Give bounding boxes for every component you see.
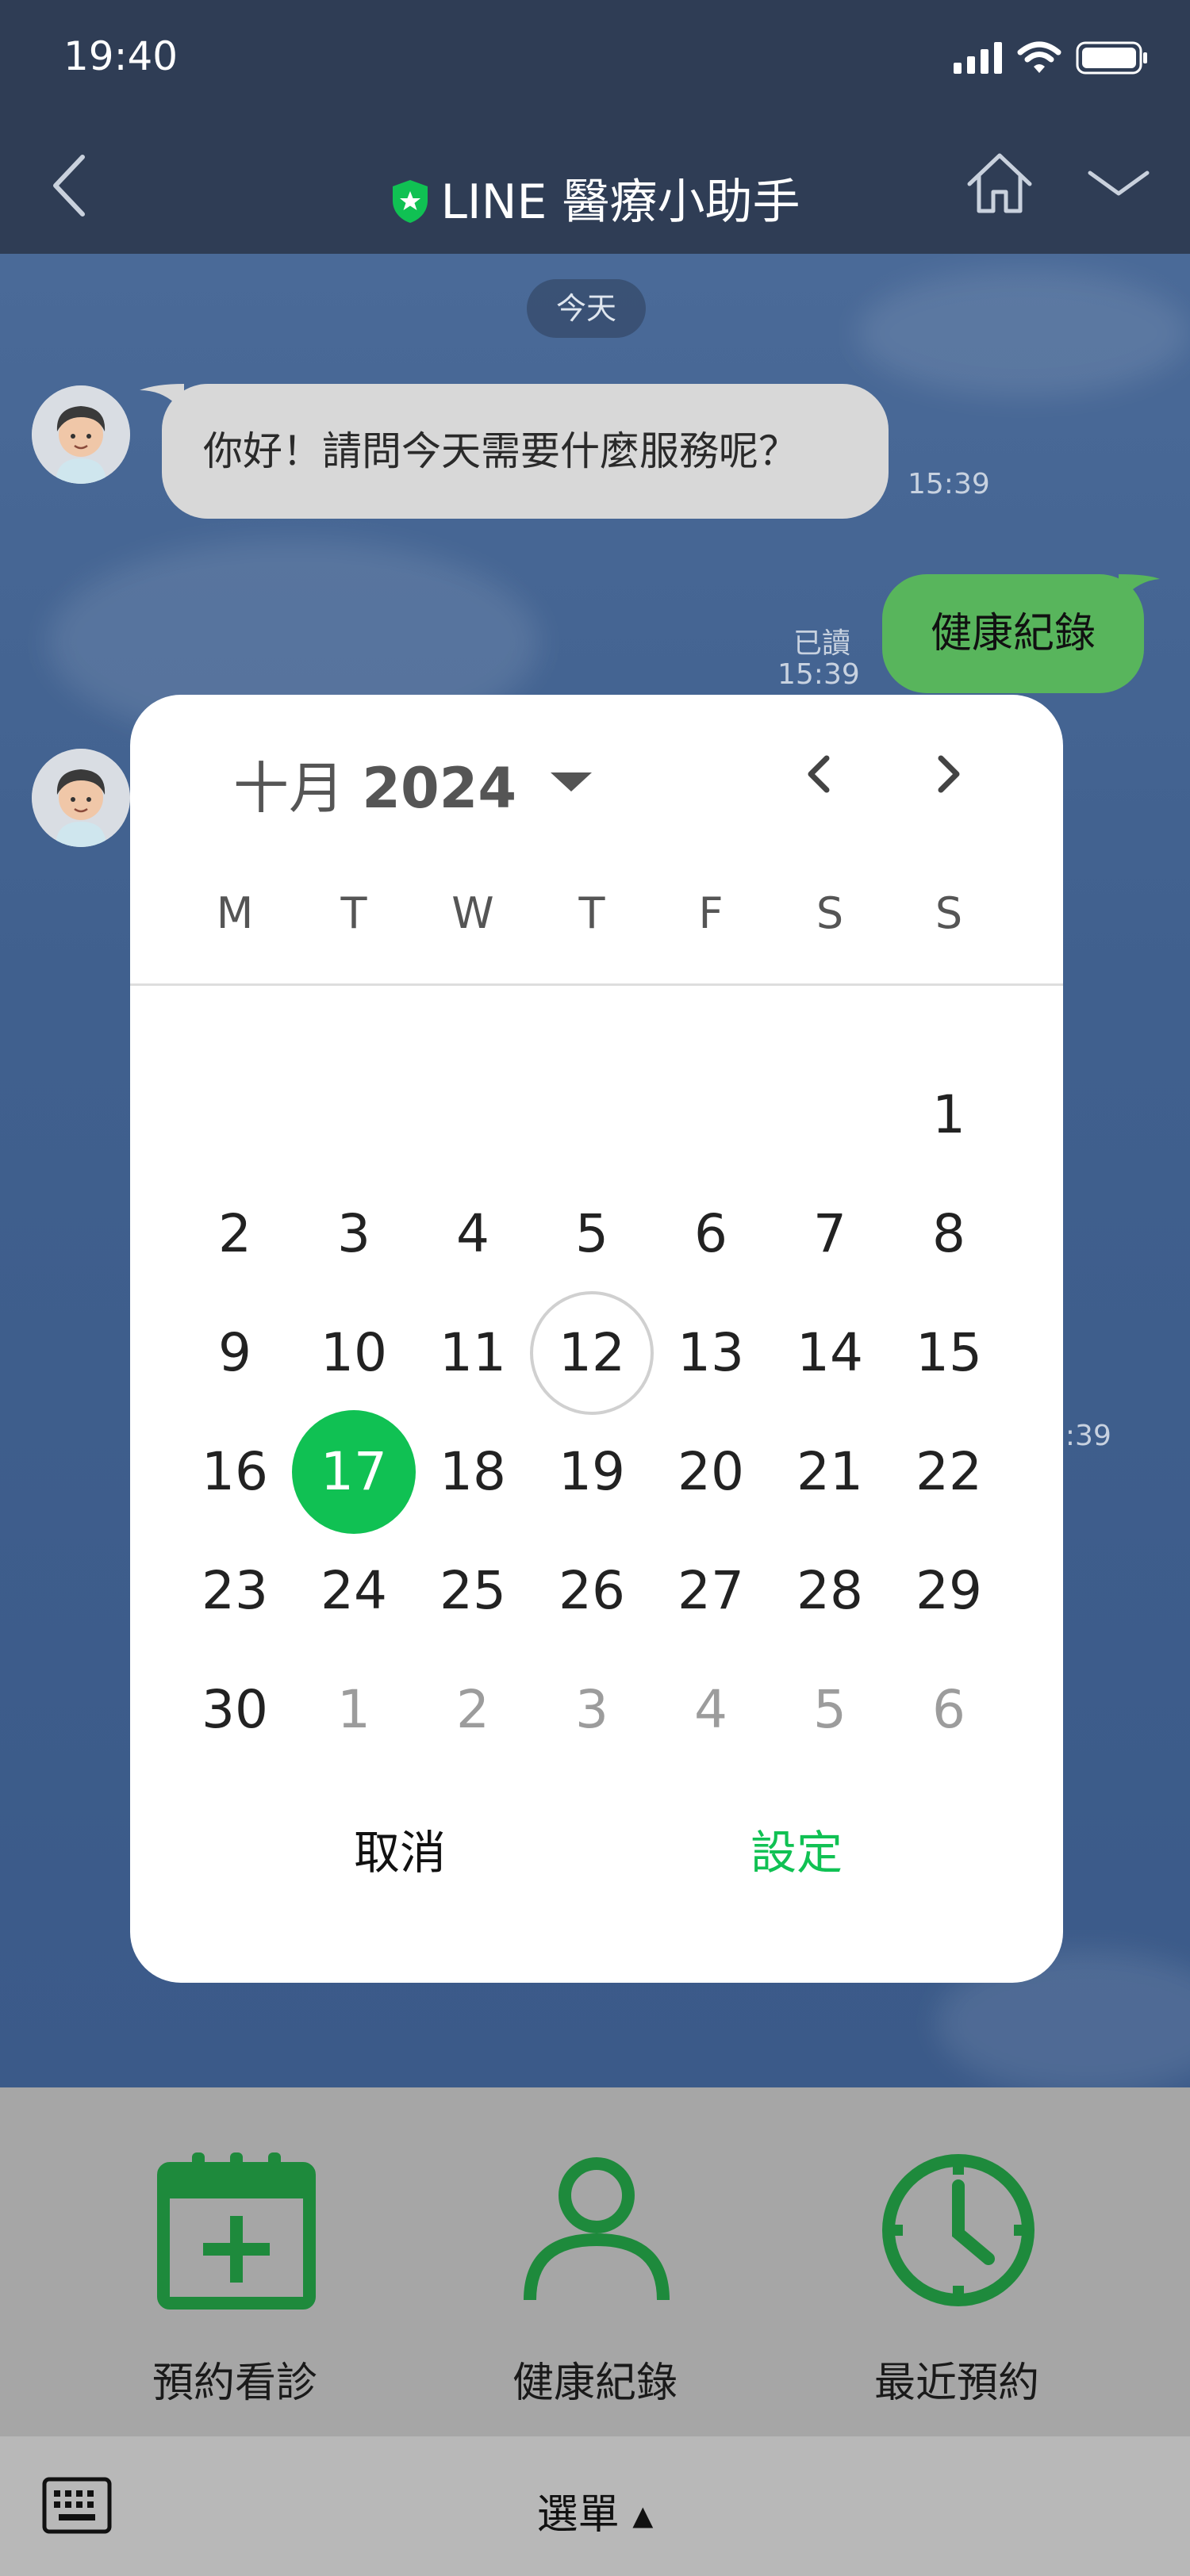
weekday-label: W <box>451 888 494 938</box>
menu-toggle-button[interactable]: 選單 ▴ <box>0 2481 1190 2540</box>
calendar-day[interactable]: 24 <box>292 1529 416 1653</box>
rich-menu-label: 最近預約 <box>873 2359 1039 2407</box>
weekday-label: T <box>340 888 367 938</box>
weekday-label: T <box>578 888 605 938</box>
clock-icon <box>882 2154 1035 2306</box>
date-separator: 今天 <box>527 279 646 338</box>
bot-avatar[interactable] <box>32 749 130 847</box>
calendar-day[interactable]: 3 <box>292 1172 416 1296</box>
chevron-right-icon <box>938 755 960 793</box>
set-button[interactable]: 設定 <box>717 1813 876 1892</box>
calendar-day[interactable]: 25 <box>411 1529 535 1653</box>
calendar-day[interactable]: 26 <box>530 1529 654 1653</box>
divider <box>130 983 1063 986</box>
calendar-day[interactable]: 1 <box>887 1053 1011 1177</box>
status-bar: 19:40 <box>0 0 1190 127</box>
cancel-button[interactable]: 取消 <box>321 1813 479 1892</box>
message-time: 15:39 <box>908 468 990 500</box>
calendar-day[interactable]: 20 <box>649 1410 773 1534</box>
year-label: 2024 <box>362 756 517 821</box>
line-chat-screen: 19:40 LINE 醫療小助手 今天 你好！請問今天需要什麼服務呢？ 15:3… <box>0 0 1190 2576</box>
rich-menu-label: 預約看診 <box>152 2359 317 2407</box>
rich-menu-item-recent-appointments[interactable]: 最近預約 <box>758 2087 1155 2436</box>
message-bubble-incoming[interactable]: 你好！請問今天需要什麼服務呢？ <box>162 384 889 519</box>
message-bubble-outgoing[interactable]: 健康紀錄 <box>882 574 1144 693</box>
calendar-day[interactable]: 4 <box>411 1172 535 1296</box>
verified-shield-icon <box>392 180 428 223</box>
calendar-day[interactable]: 2 <box>173 1172 297 1296</box>
status-time: 19:40 <box>63 33 178 79</box>
doctor-avatar-icon <box>32 749 130 847</box>
calendar-day[interactable]: 30 <box>173 1648 297 1772</box>
calendar-day[interactable]: 14 <box>768 1291 892 1415</box>
chevron-down-icon <box>1088 171 1150 196</box>
weekday-label: M <box>216 888 254 938</box>
weekday-label: S <box>816 888 844 938</box>
home-button[interactable] <box>960 138 1039 233</box>
doctor-avatar-icon <box>32 385 130 484</box>
calendar-day[interactable]: 18 <box>411 1410 535 1534</box>
calendar-day[interactable]: 28 <box>768 1529 892 1653</box>
battery-icon <box>1076 41 1147 75</box>
calendar-day[interactable]: 6 <box>649 1172 773 1296</box>
calendar-day[interactable]: 16 <box>173 1410 297 1534</box>
person-icon <box>524 2157 670 2301</box>
calendar-day-today[interactable]: 12 <box>530 1291 654 1415</box>
next-month-button[interactable] <box>916 742 979 806</box>
wifi-icon <box>1017 41 1061 73</box>
caret-down-icon[interactable] <box>539 758 603 806</box>
message-time: 15:39 <box>777 658 860 691</box>
expand-button[interactable] <box>1079 138 1158 233</box>
rich-menu-item-book-appointment[interactable]: 預約看診 <box>36 2087 433 2436</box>
read-receipt: 已讀 <box>793 627 851 660</box>
calendar-day[interactable]: 23 <box>173 1529 297 1653</box>
calendar-day-next-month[interactable]: 1 <box>292 1648 416 1772</box>
rich-menu: 預約看診 健康紀錄 最近預約 <box>0 2087 1190 2436</box>
calendar-day[interactable]: 8 <box>887 1172 1011 1296</box>
calendar-day-next-month[interactable]: 3 <box>530 1648 654 1772</box>
date-picker-dialog: 十月 2024 M T W T F S S 1 2 3 4 5 6 7 8 9 … <box>130 695 1063 1983</box>
calendar-day[interactable]: 15 <box>887 1291 1011 1415</box>
chat-header: LINE 醫療小助手 <box>0 127 1190 254</box>
home-icon <box>967 153 1032 213</box>
calendar-day[interactable]: 13 <box>649 1291 773 1415</box>
month-year-selector[interactable]: 十月 2024 <box>233 744 516 824</box>
calendar-day[interactable]: 21 <box>768 1410 892 1534</box>
calendar-day[interactable]: 10 <box>292 1291 416 1415</box>
status-icons <box>954 40 1149 76</box>
bot-avatar[interactable] <box>32 385 130 484</box>
chat-title-text: LINE 醫療小助手 <box>440 174 800 230</box>
month-label: 十月 <box>233 756 344 821</box>
calendar-day[interactable]: 29 <box>887 1529 1011 1653</box>
chevron-left-icon <box>808 755 830 793</box>
signal-icon <box>954 42 1002 74</box>
calendar-day[interactable]: 11 <box>411 1291 535 1415</box>
weekday-label: S <box>935 888 963 938</box>
calendar-day[interactable]: 5 <box>530 1172 654 1296</box>
calendar-day-selected[interactable]: 17 <box>292 1410 416 1534</box>
calendar-day-next-month[interactable]: 5 <box>768 1648 892 1772</box>
calendar-day-next-month[interactable]: 6 <box>887 1648 1011 1772</box>
prev-month-button[interactable] <box>789 742 852 806</box>
calendar-day-next-month[interactable]: 2 <box>411 1648 535 1772</box>
weekday-header: M T W T F S S <box>130 888 1063 938</box>
calendar-day[interactable]: 19 <box>530 1410 654 1534</box>
weekday-label: F <box>698 888 724 938</box>
calendar-day[interactable]: 9 <box>173 1291 297 1415</box>
calendar-day[interactable]: 22 <box>887 1410 1011 1534</box>
calendar-day[interactable]: 27 <box>649 1529 773 1653</box>
rich-menu-item-health-records[interactable]: 健康紀錄 <box>397 2087 793 2436</box>
calendar-day[interactable]: 7 <box>768 1172 892 1296</box>
calendar-day-next-month[interactable]: 4 <box>649 1648 773 1772</box>
rich-menu-label: 健康紀錄 <box>512 2359 678 2407</box>
calendar-add-icon <box>157 2152 316 2310</box>
bottom-bar: 選單 ▴ <box>0 2436 1190 2576</box>
